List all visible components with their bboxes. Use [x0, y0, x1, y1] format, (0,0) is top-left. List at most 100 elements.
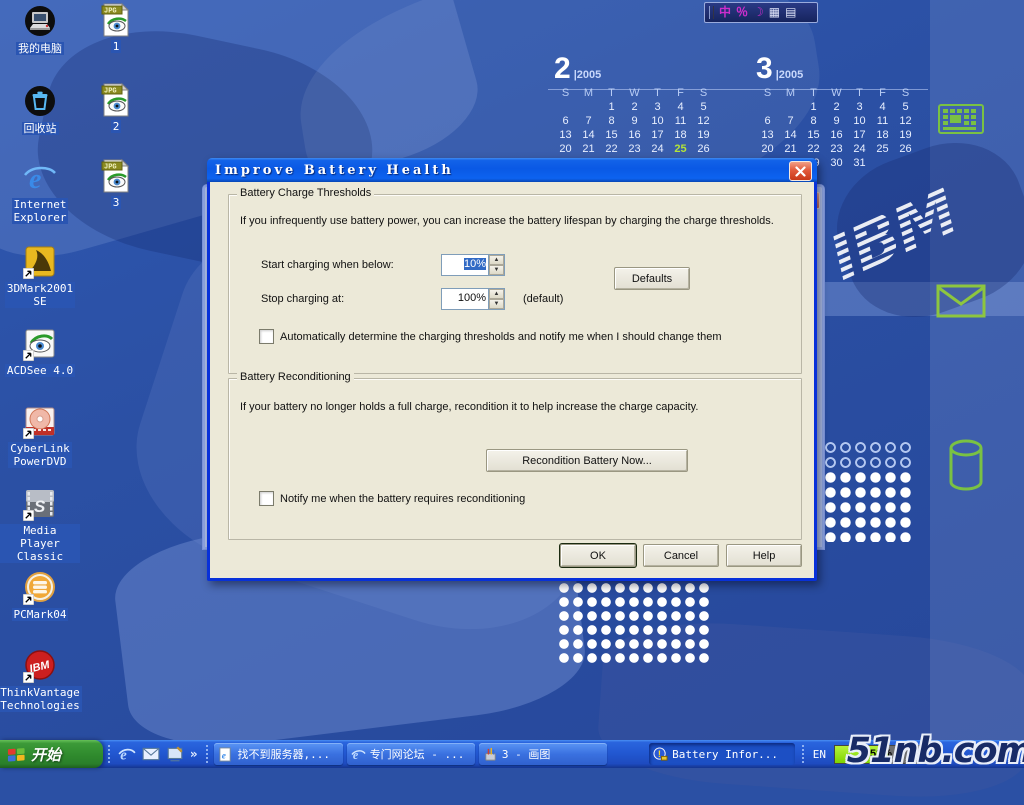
quicklaunch-ie-icon[interactable]: e	[118, 745, 136, 763]
desktop-icon-jpg-2[interactable]: JPG 2	[86, 82, 146, 133]
ime-keyboard-icon[interactable]: ▦	[769, 4, 780, 21]
icon-label: ThinkVantage Technologies	[0, 686, 82, 712]
spinner-arrows: ▲▼	[488, 289, 504, 309]
taskbar-separator[interactable]	[107, 744, 111, 764]
calendar-day: 17	[646, 129, 669, 143]
grid-icon	[938, 104, 984, 139]
calendar-day: 16	[825, 129, 848, 143]
defaults-button[interactable]: Defaults	[614, 267, 690, 290]
thresholds-description: If you infrequently use battery power, y…	[240, 215, 796, 227]
paint-icon	[483, 747, 498, 762]
close-icon[interactable]	[789, 161, 812, 181]
calendar-day: 9	[825, 115, 848, 129]
calendar-march: 3 |2005 SMTWTFS1234567891011121314151617…	[756, 52, 917, 171]
desktop-icon-pcmark04[interactable]: PCMark04	[0, 570, 80, 621]
ime-menu-icon[interactable]: ▤	[785, 4, 796, 21]
group-legend: Battery Reconditioning	[237, 371, 354, 383]
calendar-day: 8	[600, 115, 623, 129]
stop-charging-value[interactable]: 100%	[442, 289, 488, 309]
help-button[interactable]: Help	[726, 544, 802, 567]
reconditioning-description: If your battery no longer holds a full c…	[240, 401, 796, 413]
ok-button[interactable]: OK	[560, 544, 636, 567]
ime-grip-handle[interactable]	[709, 6, 714, 19]
start-label: 开始	[31, 744, 61, 765]
ime-chinese-icon[interactable]: 中	[719, 4, 731, 21]
calendar-day: 22	[600, 143, 623, 157]
calendar-day: 24	[848, 143, 871, 157]
recondition-battery-button[interactable]: Recondition Battery Now...	[486, 449, 688, 472]
desktop-icon-internet-explorer[interactable]: e Internet Explorer	[0, 160, 80, 224]
ime-fullwidth-icon[interactable]: ％	[736, 4, 748, 21]
calendar-day: 14	[779, 129, 802, 143]
task-button-paint[interactable]: 3 - 画图	[479, 743, 607, 765]
desktop-icon-my-computer[interactable]: 我的电脑	[0, 4, 80, 55]
calendar-day: 4	[871, 101, 894, 115]
spin-down-icon[interactable]: ▼	[489, 299, 504, 309]
calendar-day: 2	[623, 101, 646, 115]
calendar-day: 8	[802, 115, 825, 129]
start-charging-spinbox[interactable]: 10% ▲▼	[441, 254, 505, 276]
calendar-february: 2 |2005 SMTWTFS1234567891011121314151617…	[554, 52, 715, 171]
3dmark-icon	[22, 244, 58, 280]
desktop-icon-jpg-1[interactable]: JPG 1	[86, 2, 146, 53]
spin-down-icon[interactable]: ▼	[489, 265, 504, 275]
dot-pattern-solid	[823, 470, 915, 542]
start-charging-value[interactable]: 10%	[442, 255, 488, 275]
task-button-server-not-found[interactable]: e 找不到服务器,...	[214, 743, 342, 765]
group-legend: Battery Charge Thresholds	[237, 187, 374, 199]
icon-label: 回收站	[22, 122, 59, 135]
quicklaunch-mail-icon[interactable]	[142, 745, 160, 763]
start-charging-label: Start charging when below:	[261, 259, 394, 271]
icon-label: 3	[111, 196, 122, 209]
calendar-year: |2005	[574, 69, 602, 81]
language-indicator[interactable]: EN	[813, 748, 826, 761]
calendar-day-header: F	[669, 87, 692, 101]
cancel-button[interactable]: Cancel	[643, 544, 719, 567]
taskbar-separator[interactable]	[205, 744, 209, 764]
shortcut-arrow-icon	[23, 594, 34, 605]
task-button-battery-information[interactable]: ! Battery Infor...	[649, 743, 795, 765]
calendar-day-header: T	[646, 87, 669, 101]
calendar-day: 16	[623, 129, 646, 143]
internet-explorer-icon: e	[22, 160, 58, 196]
spin-up-icon[interactable]: ▲	[489, 255, 504, 265]
spin-up-icon[interactable]: ▲	[489, 289, 504, 299]
stop-charging-label: Stop charging at:	[261, 293, 344, 305]
shortcut-arrow-icon	[23, 672, 34, 683]
icon-label: 3DMark2001 SE	[5, 282, 75, 308]
calendar-day: 9	[623, 115, 646, 129]
task-button-forum[interactable]: e 专门网论坛 - ...	[347, 743, 475, 765]
checkbox-box[interactable]	[259, 491, 274, 506]
desktop-icon-3dmark2001[interactable]: 3DMark2001 SE	[0, 244, 80, 308]
stop-charging-spinbox[interactable]: 100% ▲▼	[441, 288, 505, 310]
desktop-icon-acdsee[interactable]: ACDSee 4.0	[0, 326, 80, 377]
desktop-icon-powerdvd[interactable]: CyberLink PowerDVD	[0, 404, 80, 468]
quicklaunch-more-chevron[interactable]: »	[190, 747, 198, 761]
calendar-day: 31	[848, 157, 871, 171]
calendar-day: 3	[848, 101, 871, 115]
desktop-icon-thinkvantage[interactable]: IBM ThinkVantage Technologies	[0, 648, 80, 712]
svg-text:S: S	[34, 497, 46, 516]
ime-punctuation-icon[interactable]: ☽	[753, 4, 764, 21]
desktop-icon-media-player-classic[interactable]: S Media Player Classic	[0, 486, 80, 563]
auto-determine-checkbox[interactable]: Automatically determine the charging thr…	[259, 329, 721, 344]
desktop-icon-jpg-3[interactable]: JPG 3	[86, 158, 146, 209]
desktop-icon-recycle-bin[interactable]: 回收站	[0, 84, 80, 135]
thinkvantage-icon: IBM	[22, 648, 58, 684]
calendar-day: 15	[802, 129, 825, 143]
dialog-title-bar[interactable]: Improve Battery Health	[207, 158, 817, 182]
calendar-day-header: T	[600, 87, 623, 101]
calendar-day: 25	[871, 143, 894, 157]
quicklaunch-show-desktop-icon[interactable]	[166, 745, 184, 763]
calendar-day-header: T	[802, 87, 825, 101]
desktop: 2 |2005 SMTWTFS1234567891011121314151617…	[0, 0, 1024, 768]
calendar-day: 26	[894, 143, 917, 157]
calendar-day-header: S	[692, 87, 715, 101]
calendar-day: 21	[779, 143, 802, 157]
checkbox-box[interactable]	[259, 329, 274, 344]
calendar-day: 19	[894, 129, 917, 143]
calendar-day: 1	[802, 101, 825, 115]
start-button[interactable]: 开始	[0, 740, 103, 768]
ime-language-bar[interactable]: 中 ％ ☽ ▦ ▤	[704, 2, 818, 23]
notify-reconditioning-checkbox[interactable]: Notify me when the battery requires reco…	[259, 491, 525, 506]
